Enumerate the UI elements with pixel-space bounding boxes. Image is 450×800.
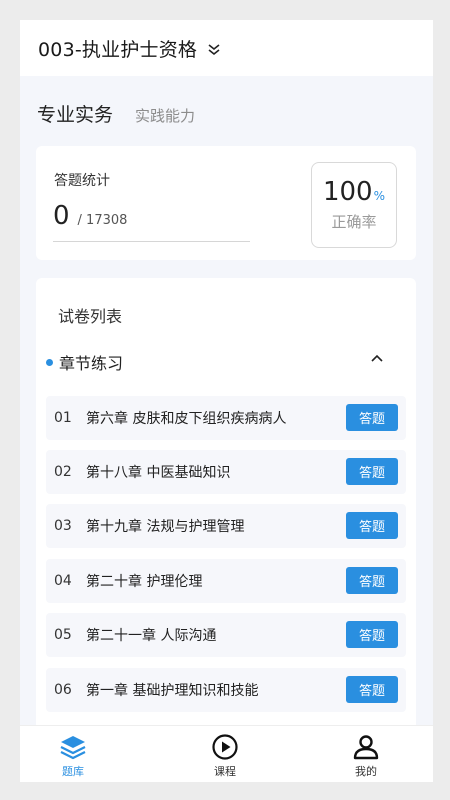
tab-label: 我的 <box>355 765 377 778</box>
item-name: 第十九章 法规与护理管理 <box>86 519 245 535</box>
paper-list-card: 试卷列表 章节练习 01 第六章 皮肤和皮下组织疾病病人 答题 02 第十八章 … <box>36 278 416 782</box>
bottom-tab-bar: 题库 课程 我的 <box>20 725 433 782</box>
answer-button[interactable]: 答题 <box>346 512 398 539</box>
answered-count: 0 / 17308 <box>53 201 127 231</box>
tab-label: 课程 <box>214 765 236 778</box>
play-circle-icon <box>212 734 238 760</box>
chevron-down-icon[interactable] <box>207 43 221 57</box>
section-label: 章节练习 <box>59 354 124 373</box>
tab-courses[interactable]: 课程 <box>165 726 285 782</box>
app-frame: 003-执业护士资格 专业实务 实践能力 答题统计 0 / 17308 100%… <box>20 20 433 782</box>
tab-question-bank[interactable]: 题库 <box>20 726 133 782</box>
tab-mine[interactable]: 我的 <box>306 726 426 782</box>
exam-selector-title[interactable]: 003-执业护士资格 <box>38 35 197 62</box>
accuracy-number: 100 <box>322 177 373 207</box>
item-name: 第二十一章 人际沟通 <box>86 628 217 644</box>
total-questions: / 17308 <box>77 213 128 228</box>
accuracy-label: 正确率 <box>331 213 377 231</box>
stats-card: 答题统计 0 / 17308 100% 正确率 <box>36 146 416 260</box>
tab-label: 题库 <box>62 765 84 778</box>
item-index: 06 <box>54 682 72 698</box>
answer-button[interactable]: 答题 <box>346 567 398 594</box>
section-dot-icon <box>46 358 53 366</box>
list-item: 04 第二十章 护理伦理 答题 <box>46 559 406 603</box>
count-underline <box>53 241 250 242</box>
answer-button[interactable]: 答题 <box>346 404 398 431</box>
chevron-up-icon[interactable] <box>370 352 384 364</box>
list-item: 01 第六章 皮肤和皮下组织疾病病人 答题 <box>46 396 406 440</box>
item-index: 01 <box>54 410 72 426</box>
layers-icon <box>60 736 86 760</box>
list-item: 03 第十九章 法规与护理管理 答题 <box>46 504 406 548</box>
accuracy-value: 100% <box>312 177 396 207</box>
list-item: 02 第十八章 中医基础知识 答题 <box>46 450 406 494</box>
answered-number: 0 <box>53 201 70 231</box>
paper-list-title: 试卷列表 <box>58 307 123 326</box>
item-name: 第六章 皮肤和皮下组织疾病病人 <box>86 411 287 427</box>
accuracy-box: 100% 正确率 <box>311 162 397 248</box>
answer-button[interactable]: 答题 <box>346 621 398 648</box>
item-index: 03 <box>54 518 72 534</box>
top-bar: 003-执业护士资格 <box>20 20 433 76</box>
tab-professional-practice[interactable]: 专业实务 <box>37 100 113 127</box>
item-index: 05 <box>54 627 72 643</box>
user-icon <box>353 735 379 760</box>
section-header[interactable]: 章节练习 <box>46 350 123 374</box>
answer-button[interactable]: 答题 <box>346 676 398 703</box>
item-name: 第十八章 中医基础知识 <box>86 465 231 481</box>
accuracy-unit: % <box>373 189 386 203</box>
list-item: 06 第一章 基础护理知识和技能 答题 <box>46 668 406 712</box>
subject-tabs: 专业实务 实践能力 <box>37 100 195 127</box>
item-name: 第一章 基础护理知识和技能 <box>86 683 259 699</box>
list-item: 05 第二十一章 人际沟通 答题 <box>46 613 406 657</box>
tab-practical-ability[interactable]: 实践能力 <box>135 105 195 126</box>
item-index: 04 <box>54 573 72 589</box>
stats-label: 答题统计 <box>54 173 110 189</box>
item-name: 第二十章 护理伦理 <box>86 574 203 590</box>
item-index: 02 <box>54 464 72 480</box>
answer-button[interactable]: 答题 <box>346 458 398 485</box>
